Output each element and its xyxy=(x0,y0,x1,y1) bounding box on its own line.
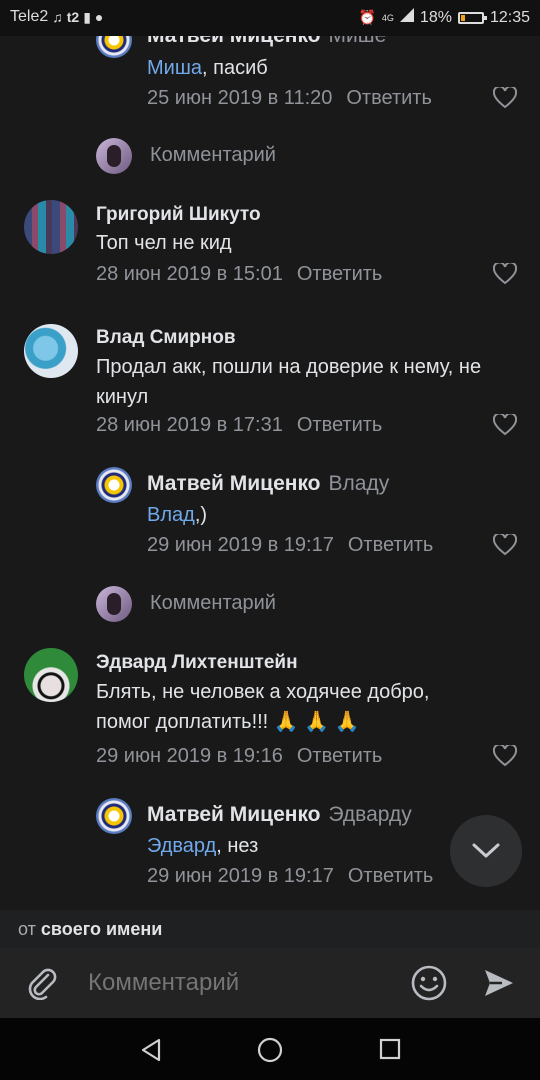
like-heart-icon[interactable] xyxy=(493,534,517,556)
avatar[interactable] xyxy=(24,324,78,378)
like-heart-icon[interactable] xyxy=(493,263,517,285)
author-name[interactable]: Влад Смирнов xyxy=(96,327,236,349)
comment-body: Топ чел не кид xyxy=(96,232,232,254)
comment-input[interactable] xyxy=(86,968,390,998)
battery-percent: 18% xyxy=(419,8,452,26)
reply-button[interactable]: Ответить xyxy=(297,414,383,436)
comment-date: 29 июн 2019 в 19:17 xyxy=(147,865,334,887)
reply-to-label[interactable]: Мише xyxy=(329,36,387,47)
mention-link[interactable]: Миша xyxy=(147,57,202,79)
comment-body: Блять, не человек а ходячее добро, помог… xyxy=(96,677,516,737)
mention-link[interactable]: Влад xyxy=(147,504,195,526)
sim-icon: ▮ xyxy=(83,8,91,25)
author-name[interactable]: Матвей Миценко xyxy=(147,36,321,47)
comment-date: 25 июн 2019 в 11:20 xyxy=(147,87,333,109)
post-as-value[interactable]: своего имени xyxy=(41,919,162,939)
chat-bubble-icon: ● xyxy=(94,9,104,25)
my-avatar xyxy=(96,138,132,174)
post-as-prefix: от xyxy=(18,919,36,939)
comment-meta: 29 июн 2019 в 19:17 Ответить xyxy=(147,534,433,557)
recent-apps-icon[interactable] xyxy=(379,1038,401,1060)
like-heart-icon[interactable] xyxy=(493,414,517,436)
battery-icon xyxy=(457,11,487,24)
reply-button[interactable]: Ответить xyxy=(348,865,434,887)
attach-paperclip-icon[interactable] xyxy=(26,966,58,1000)
comment-text: Эдвард, нез xyxy=(147,831,258,861)
home-icon[interactable] xyxy=(257,1037,283,1063)
comment-meta: 29 июн 2019 в 19:17 Ответить xyxy=(147,865,433,888)
comment-author[interactable]: Матвей Миценко Эдварду xyxy=(147,803,412,827)
emoji-smile-icon[interactable] xyxy=(410,964,448,1002)
comment-meta: 28 июн 2019 в 17:31 Ответить xyxy=(96,414,382,437)
signal-icon xyxy=(399,8,414,27)
alarm-icon: ⏰ xyxy=(358,9,376,25)
system-nav-bar xyxy=(0,1018,540,1080)
author-name[interactable]: Григорий Шикуто xyxy=(96,204,261,226)
carrier-label: Tele2 xyxy=(10,8,49,25)
music-note-icon: ♫ xyxy=(52,9,63,25)
avatar[interactable] xyxy=(96,36,132,58)
status-bar: Tele2 ♫ t2 ▮ ● ⏰ 4G 18% 12:35 xyxy=(0,0,540,36)
reply-button[interactable]: Ответить xyxy=(348,534,434,556)
mention-link[interactable]: Эдвард xyxy=(147,835,216,857)
comments-feed[interactable]: Матвей Миценко Мише Миша, пасиб 25 июн 20… xyxy=(0,36,540,910)
comment-meta: 28 июн 2019 в 15:01 Ответить xyxy=(96,263,382,286)
chevron-down-icon xyxy=(472,843,500,858)
comment-date: 29 июн 2019 в 19:17 xyxy=(147,534,334,556)
avatar[interactable] xyxy=(24,648,78,702)
comment-body-line: помог доплатить!!! xyxy=(96,711,269,733)
like-heart-icon[interactable] xyxy=(493,745,517,767)
comment-date: 28 июн 2019 в 17:31 xyxy=(96,414,283,436)
comment-meta: 29 июн 2019 в 19:16 Ответить xyxy=(96,745,382,768)
like-heart-icon[interactable] xyxy=(493,87,517,109)
back-icon[interactable] xyxy=(140,1038,162,1062)
comment-body: , пасиб xyxy=(202,57,268,79)
comment-meta: 25 июн 2019 в 11:20 Ответить xyxy=(147,87,432,110)
thread-prompt-label[interactable]: Комментарий xyxy=(150,144,276,167)
comment-author[interactable]: Матвей Миценко Мише xyxy=(147,36,386,48)
author-name[interactable]: Матвей Миценко xyxy=(147,803,321,826)
comment-body: ,) xyxy=(194,504,208,526)
avatar[interactable] xyxy=(96,467,132,503)
reply-to-label[interactable]: Эдварду xyxy=(329,803,412,826)
comment-body: Продал акк, пошли на доверие к нему, не … xyxy=(96,356,482,408)
comment-date: 28 июн 2019 в 15:01 xyxy=(96,263,283,285)
reply-button[interactable]: Ответить xyxy=(297,263,383,285)
comment-body-line: Блять, не человек а ходячее добро, xyxy=(96,681,430,703)
reply-button[interactable]: Ответить xyxy=(297,745,383,767)
avatar[interactable] xyxy=(96,798,132,834)
thread-prompt-label[interactable]: Комментарий xyxy=(150,592,276,615)
comment-body: , нез xyxy=(216,835,259,857)
author-name[interactable]: Эдвард Лихтенштейн xyxy=(96,652,298,674)
scroll-down-button[interactable] xyxy=(450,815,522,887)
send-icon[interactable] xyxy=(482,966,516,1000)
clock: 12:35 xyxy=(489,8,530,26)
avatar[interactable] xyxy=(24,200,78,254)
author-name[interactable]: Матвей Миценко xyxy=(147,472,321,495)
reply-button[interactable]: Ответить xyxy=(346,87,432,109)
post-as-selector[interactable]: от своего имени xyxy=(0,910,540,948)
comment-text: Влад,) xyxy=(147,500,207,530)
comment-composer xyxy=(0,948,540,1018)
comment-text: Миша, пасиб xyxy=(147,53,268,83)
comment-date: 29 июн 2019 в 19:16 xyxy=(96,745,283,767)
my-avatar xyxy=(96,586,132,622)
t2-app-icon: t2 xyxy=(66,9,80,25)
network-type-label: 4G xyxy=(381,12,394,23)
comment-author[interactable]: Матвей Миценко Владу xyxy=(147,472,389,496)
pray-emoji: 🙏 🙏 🙏 xyxy=(273,711,360,733)
reply-to-label[interactable]: Владу xyxy=(329,472,390,495)
